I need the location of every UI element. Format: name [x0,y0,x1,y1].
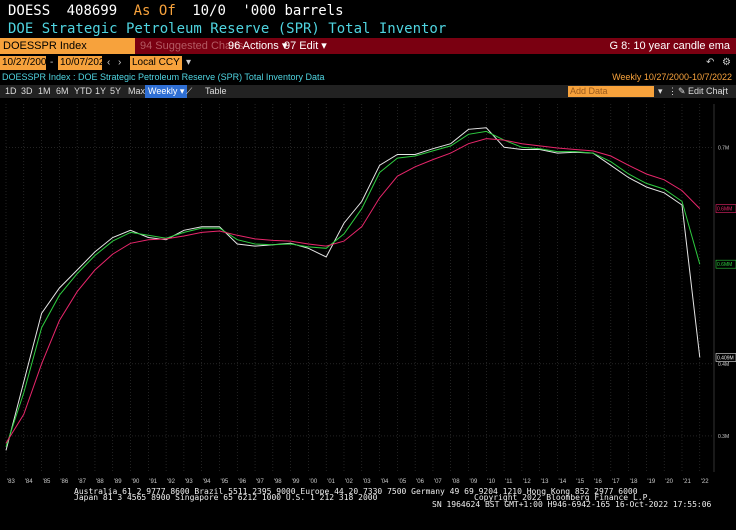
x-tick-label: '10 [487,479,495,485]
series-line-2 [5,138,701,444]
x-tick-label: '97 [256,479,264,485]
series-line-1 [5,130,701,447]
chart-template-title: G 8: 10 year candle ema [609,40,730,52]
series-description: DOESSPR Index : DOE Strategic Petroleum … [2,72,325,82]
start-date-input[interactable]: 10/27/2000 [0,56,52,70]
x-tick-label: '99 [292,479,300,485]
x-tick-label: '09 [470,479,478,485]
chart-series [5,127,701,451]
last-value-label: 0.6MM [717,262,732,268]
security-description: DOE Strategic Petroleum Reserve (SPR) To… [8,21,447,37]
more-icon[interactable]: ⋮ [719,85,728,98]
undo-icon[interactable]: ↶ [706,56,714,70]
x-tick-label: '92 [167,479,175,485]
x-tick-label: '87 [78,479,86,485]
security-header: DOESS 408699 As Of 10/0 '000 barrels [8,3,352,20]
period-toolbar: 1D 3D 1M 6M YTD 1Y 5Y Max Weekly ▾ ⟋ Tab… [0,85,736,98]
footer-session: SN 1964624 BST GMT+1:00 H946-6942-165 16… [432,500,712,509]
last-value-label: 0.6MM [717,207,732,213]
x-tick-label: '94 [203,479,211,485]
as-of-date: 10/0 [192,3,226,19]
x-tick-label: '90 [132,479,140,485]
x-tick-label: '98 [274,479,282,485]
x-tick-label: '85 [43,479,51,485]
function-toolbar: DOESSPR Index 94 Suggested Charts 96 Act… [0,38,736,54]
add-data-input[interactable]: Add Data [568,86,654,97]
x-tick-label: '14 [558,479,566,485]
settings-icon[interactable]: ⚙ [722,56,731,70]
last-value: 408699 [66,3,118,19]
x-tick-label: '89 [114,479,122,485]
y-tick-label: 0.7M [718,145,729,151]
edit-menu[interactable]: 97 Edit ▾ [284,38,327,54]
x-tick-label: '15 [576,479,584,485]
table-button[interactable]: Table [205,85,227,98]
period-1d[interactable]: 1D [5,85,17,98]
x-tick-label: '88 [96,479,104,485]
x-tick-label: '07 [434,479,442,485]
x-tick-label: '08 [452,479,460,485]
x-tick-label: '21 [683,479,691,485]
x-tick-label: '96 [238,479,246,485]
x-tick-label: '20 [665,479,673,485]
units-label: '000 barrels [242,3,344,19]
inventory-line-chart[interactable]: '83 '84 '85 '86 '87 '88 '89 '90 '91 '92 '93 '94 '95 '… [0,98,736,488]
end-date-input[interactable]: 10/07/2022 [58,56,110,70]
dropdown-icon[interactable]: ▾ [658,85,663,98]
x-tick-label: '11 [505,479,513,485]
period-5y[interactable]: 5Y [110,85,121,98]
x-tick-label: '84 [25,479,33,485]
ticker-label: DOESS [8,3,51,19]
frequency-select[interactable]: Weekly ▾ [145,85,188,98]
y-tick-label: 0.4M [718,362,729,368]
range-bar: 10/27/2000 - 10/07/2022 ‹ › Local CCY ▾ … [0,56,736,70]
x-tick-label: '91 [149,479,157,485]
actions-menu[interactable]: 96 Actions ▾ [228,38,287,54]
period-max[interactable]: Max [128,85,145,98]
period-3d[interactable]: 3D [21,85,33,98]
x-tick-label: '00 [309,479,317,485]
period-1y[interactable]: 1Y [95,85,106,98]
x-tick-label: '06 [416,479,424,485]
period-1m[interactable]: 1M [38,85,51,98]
currency-select[interactable]: Local CCY [130,56,182,70]
x-tick-label: '95 [220,479,228,485]
last-value-label: 0.409M [717,355,734,361]
x-tick-label: '05 [398,479,406,485]
y-axis: 0.7M 0.4M 0.3M 0.6MM 0.6MM 0.409M [713,104,736,472]
x-tick-label: '93 [185,479,193,485]
x-tick-label: '86 [60,479,68,485]
footer-phones-2: Japan 81 3 4565 8900 Singapore 65 6212 1… [74,493,378,502]
as-of-label: As Of [133,3,176,19]
series-line-0 [5,127,701,451]
x-tick-label: '22 [701,479,709,485]
date-separator: - [50,57,54,68]
period-ytd[interactable]: YTD [74,85,92,98]
x-tick-label: '13 [541,479,549,485]
x-tick-label: '83 [7,479,15,485]
frequency-range: Weekly 10/27/2000-10/7/2022 [612,72,732,82]
y-tick-label: 0.3M [718,434,729,440]
x-tick-label: '17 [612,479,620,485]
x-tick-label: '12 [523,479,531,485]
line-chart-icon[interactable]: ⟋ [186,85,192,98]
x-tick-label: '02 [345,479,353,485]
x-tick-label: '16 [594,479,602,485]
x-tick-label: '19 [647,479,655,485]
x-tick-label: '03 [363,479,371,485]
chart-subtitle: DOESSPR Index : DOE Strategic Petroleum … [0,72,736,84]
options-icon[interactable]: ⋮ [668,85,677,98]
chevron-down-icon[interactable]: ▾ [186,56,191,70]
prev-arrow-icon[interactable]: ‹ [107,56,110,70]
x-axis: '83 '84 '85 '86 '87 '88 '89 '90 '91 '92 '93 '94 '95 '… [7,479,709,485]
period-6m[interactable]: 6M [56,85,69,98]
x-tick-label: '01 [327,479,335,485]
security-field[interactable]: DOESSPR Index [0,38,135,54]
x-tick-label: '04 [381,479,389,485]
next-arrow-icon[interactable]: › [118,56,121,70]
x-tick-label: '18 [630,479,638,485]
chart-grid [5,104,714,472]
